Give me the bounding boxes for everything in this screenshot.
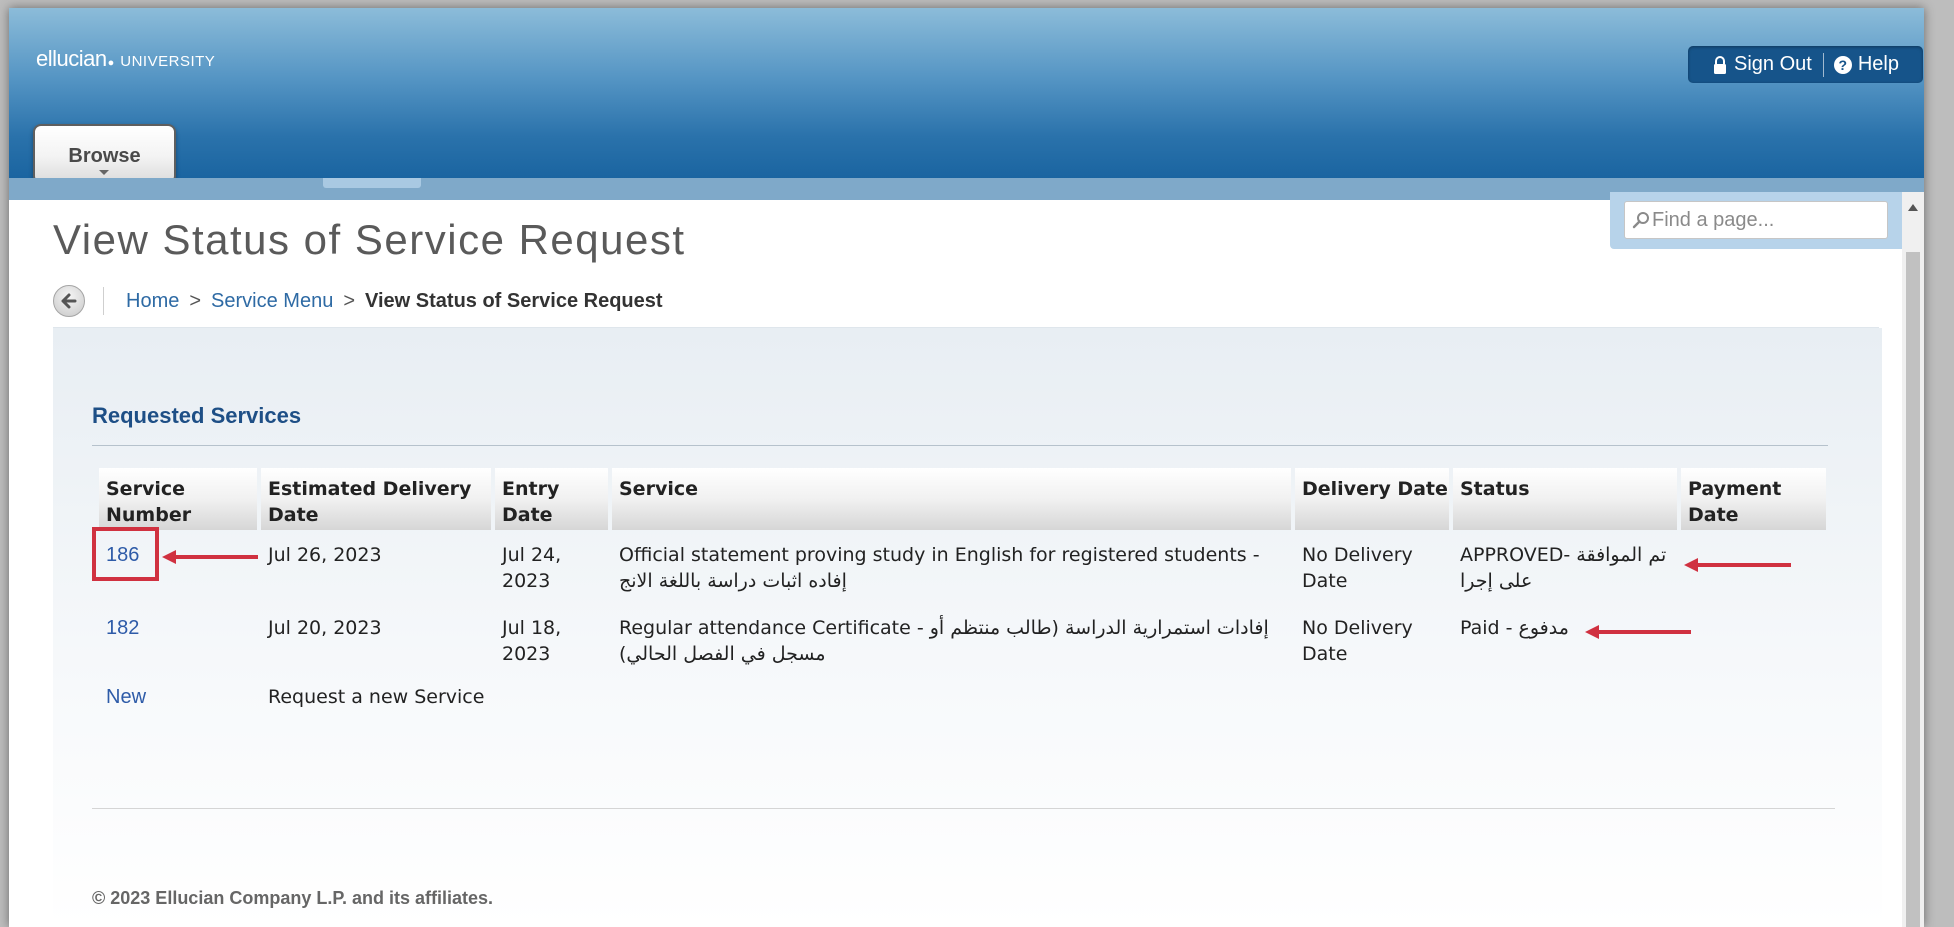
ellucian-logo: ellucian ● UNIVERSITY xyxy=(36,46,215,72)
annotation-arrow xyxy=(1684,558,1791,572)
annotation-arrow xyxy=(1585,625,1691,639)
entry-date-cell: Jul 24, 2023 xyxy=(502,544,562,592)
service-name-en: Official statement proving study in Engl… xyxy=(619,544,1260,566)
scroll-up-icon[interactable] xyxy=(1908,204,1918,211)
find-page-input[interactable]: Find a page... xyxy=(1624,201,1888,239)
breadcrumb-separator: > xyxy=(343,289,356,312)
lock-icon xyxy=(1714,55,1726,74)
breadcrumb: Home > Service Menu > View Status of Ser… xyxy=(53,284,663,318)
browse-label: Browse xyxy=(68,145,141,167)
estimated-date-cell: Jul 20, 2023 xyxy=(268,617,382,639)
help-icon: ? xyxy=(1833,55,1852,74)
back-arrow-icon xyxy=(61,293,77,309)
delivery-date-cell: No Delivery Date xyxy=(1302,617,1413,665)
help-link[interactable]: ? Help xyxy=(1824,53,1899,76)
section-title: Requested Services xyxy=(92,403,302,428)
table-row: 186 Jul 26, 2023 Jul 24, 2023 Official s… xyxy=(99,542,1826,610)
service-name-ar: إفاده اثبات دراسة باللغة الانج xyxy=(619,570,847,592)
col-payment-date: Payment Date xyxy=(1681,468,1826,530)
entry-date-cell: Jul 18, 2023 xyxy=(502,617,562,665)
logo-subtitle: UNIVERSITY xyxy=(120,53,216,70)
search-icon xyxy=(1632,212,1649,229)
help-label: Help xyxy=(1857,53,1899,75)
status-cell: APPROVED- تم الموافقة على إجرا xyxy=(1453,542,1677,594)
annotation-highlight-box xyxy=(92,527,159,581)
breadcrumb-divider xyxy=(103,287,104,315)
service-name-en: Regular attendance Certificate - xyxy=(619,617,930,639)
footer-divider xyxy=(92,808,1835,809)
col-status: Status xyxy=(1453,468,1677,530)
table-row-new: New Request a new Service xyxy=(99,684,1826,724)
page-title: View Status of Service Request xyxy=(53,216,686,263)
col-entry-date: Entry Date xyxy=(495,468,608,530)
logo-dot: ● xyxy=(107,57,115,69)
breadcrumb-separator: > xyxy=(189,289,202,312)
breadcrumb-current: View Status of Service Request xyxy=(365,289,663,312)
status-ar: مدفوع xyxy=(1518,617,1569,639)
find-page-panel: Find a page... xyxy=(1610,192,1912,249)
app-header: ellucian ● UNIVERSITY Sign Out ? Help Br… xyxy=(9,8,1924,192)
browser-page: ellucian ● UNIVERSITY Sign Out ? Help Br… xyxy=(9,8,1924,927)
scroll-thumb[interactable] xyxy=(1906,252,1920,927)
estimated-date-cell: Jul 26, 2023 xyxy=(268,544,382,566)
sign-out-link[interactable]: Sign Out xyxy=(1688,53,1823,76)
section-divider xyxy=(92,445,1828,446)
col-service-number: Service Number xyxy=(99,468,257,530)
browse-button[interactable]: Browse xyxy=(33,124,176,184)
header-tab-stub xyxy=(323,178,421,188)
col-service: Service xyxy=(612,468,1291,530)
requested-services-table: Service Number Estimated Delivery Date E… xyxy=(99,468,1826,724)
col-estimated-delivery-date: Estimated Delivery Date xyxy=(261,468,491,530)
logo-wordmark: ellucian xyxy=(36,46,107,71)
table-row: 182 Jul 20, 2023 Jul 18, 2023 Regular at… xyxy=(99,615,1826,687)
col-delivery-date: Delivery Date xyxy=(1295,468,1449,530)
find-page-placeholder: Find a page... xyxy=(1652,208,1775,231)
vertical-scrollbar[interactable] xyxy=(1902,192,1924,927)
breadcrumb-home[interactable]: Home xyxy=(126,290,179,313)
service-cell: Regular attendance Certificate - إفادات … xyxy=(612,615,1291,667)
delivery-date-cell: No Delivery Date xyxy=(1302,544,1413,592)
service-cell: Official statement proving study in Engl… xyxy=(612,542,1291,594)
status-en: APPROVED- xyxy=(1460,544,1577,566)
back-button[interactable] xyxy=(53,285,85,317)
status-en: Paid - xyxy=(1460,617,1519,639)
service-number-link[interactable]: 182 xyxy=(106,617,139,639)
copyright-footer: © 2023 Ellucian Company L.P. and its aff… xyxy=(92,888,494,908)
sign-out-label: Sign Out xyxy=(1734,53,1812,75)
breadcrumb-service-menu[interactable]: Service Menu xyxy=(211,290,333,313)
annotation-arrow xyxy=(162,550,258,564)
table-header: Service Number Estimated Delivery Date E… xyxy=(99,468,1826,530)
chevron-down-icon xyxy=(99,170,109,175)
new-request-link[interactable]: New xyxy=(106,686,146,708)
user-menu-bar: Sign Out ? Help xyxy=(1688,46,1923,83)
new-request-text: Request a new Service xyxy=(268,686,485,708)
